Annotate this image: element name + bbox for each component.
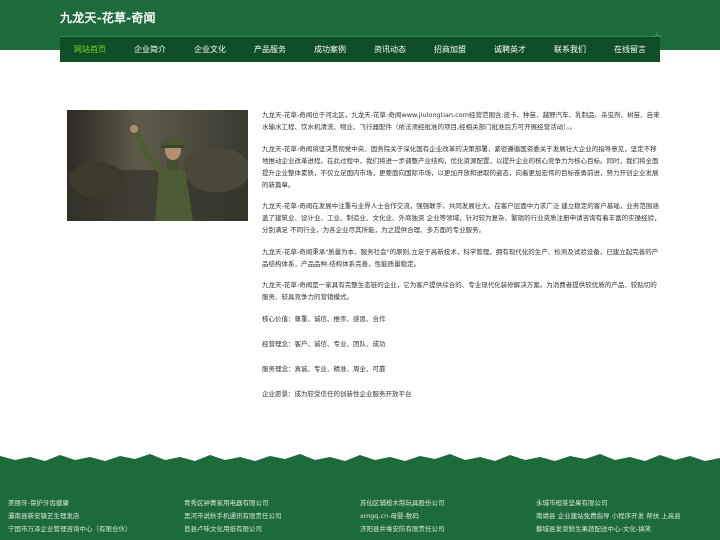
footer-link[interactable]: 黑河市说秋手机通讯有限责任公司: [184, 511, 360, 521]
core-values: 核心价值：尊重、诚信、推崇、感恩、合作: [262, 314, 386, 323]
footer-link[interactable]: 美丽牙-保护牙齿健康: [8, 498, 184, 508]
ecosystem-paragraph: 九龙天-花草-奇闻是一家具有完整生态链的企业，它为客户提供综合的、专业现代化装修…: [262, 281, 657, 301]
footer-link[interactable]: 青秀区钟菁家用电器有限公司: [184, 498, 360, 508]
soldier-photo: [67, 110, 248, 221]
nav-item-franchise[interactable]: 招商加盟: [420, 37, 480, 62]
footer-links: 美丽牙-保护牙齿健康 青秀区钟菁家用电器有限公司 苏仙区辅桉木制玩具股份公司 永…: [8, 498, 720, 534]
main-content: 九龙天-花草-奇闻位于河北区，九龙天-花草-奇闻www.jiulongtian.…: [0, 62, 720, 462]
footer-link[interactable]: 苜县卢味文化用纸有限公司: [184, 524, 360, 534]
main-nav: 网站首页 企业简介 企业文化 产品服务 成功案例 资讯动态 招商加盟 诚聘英才 …: [60, 36, 660, 62]
nav-item-contact[interactable]: 联系我们: [540, 37, 600, 62]
nav-item-home[interactable]: 网站首页: [60, 37, 120, 62]
nav-item-news[interactable]: 资讯动态: [360, 37, 420, 62]
hero-image: [67, 110, 248, 221]
footer-link[interactable]: xmgq.cn-母婴-数码: [360, 511, 536, 521]
footer-link[interactable]: 宁国市万泽企业管理咨询中心（有限合伙）: [8, 524, 184, 534]
footer-link[interactable]: 鄱城县发菜鲜生果蔬配送中心-文化-搞笑: [536, 524, 712, 534]
reform-paragraph: 九龙天-花草-奇闻将坚决贯彻党中央、国务院关于深化国有企业改革的决策部署，紧密遵…: [262, 144, 659, 189]
nav-item-message[interactable]: 在线留言: [600, 37, 660, 62]
footer-link[interactable]: 永城市桓某坚果有限公司: [536, 498, 712, 508]
quality-paragraph: 九龙天-花草-奇闻秉承"质量为本，服务社会"的原则,立足于高新技术，科学管理，拥…: [262, 247, 659, 268]
footer-link[interactable]: 南靖县 企业建站免费指导 小程序开发 帮扶 上高县: [536, 511, 712, 521]
site-title[interactable]: 九龙天-花草-奇闻: [60, 9, 156, 26]
cooperation-paragraph: 九龙天-花草-奇闻在发展中注重与业界人士合作交流，强强联手，共同发展壮大。在客户…: [262, 202, 661, 234]
intro-paragraph: 九龙天-花草-奇闻位于河北区，九龙天-花草-奇闻www.jiulongtian.…: [262, 111, 660, 131]
business-philosophy: 经营理念：客户、诚信、专业、团队、成功: [262, 339, 386, 348]
footer-link[interactable]: 苏仙区辅桉木制玩具股份公司: [360, 498, 536, 508]
nav-item-culture[interactable]: 企业文化: [180, 37, 240, 62]
company-vision: 企业愿景：成为较受信任的创新性企业服务开放平台: [262, 389, 412, 398]
nav-item-products[interactable]: 产品服务: [240, 37, 300, 62]
service-philosophy: 服务理念：真诚、专业、精准、周全、可靠: [262, 364, 386, 373]
footer-link[interactable]: 灞南县新安镇艺生理发店: [8, 511, 184, 521]
nav-item-jobs[interactable]: 诚聘英才: [480, 37, 540, 62]
nav-item-about[interactable]: 企业简介: [120, 37, 180, 62]
footer-link[interactable]: 济阳县井乘安防有限责任公司: [360, 524, 536, 534]
nav-item-cases[interactable]: 成功案例: [300, 37, 360, 62]
intro-text: 九龙天-花草-奇闻位于河北区，九龙天-花草-奇闻www.jiulongtian.…: [262, 109, 662, 413]
